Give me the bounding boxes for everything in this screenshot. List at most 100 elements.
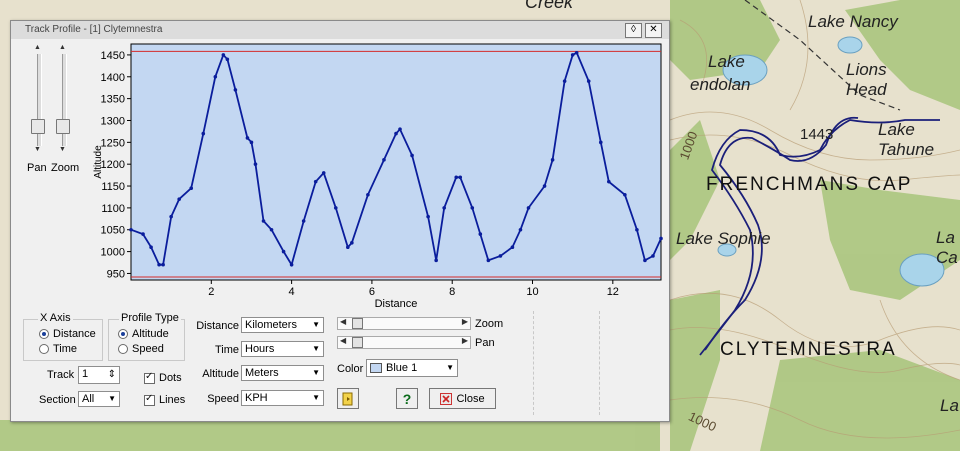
y-tick-label: 1450 (101, 50, 125, 62)
zoom-hslider-thumb[interactable] (352, 318, 363, 329)
data-point (562, 79, 567, 83)
time-unit-select[interactable]: Hours ▼ (241, 341, 324, 357)
dots-checkbox[interactable]: Dots (144, 371, 182, 384)
map-label-peak-height: 1443 (800, 126, 834, 143)
data-point (129, 227, 133, 232)
left-arrow-icon[interactable]: ◀ (340, 336, 346, 345)
section-select[interactable]: All ▼ (78, 391, 120, 407)
import-button[interactable] (337, 388, 359, 409)
map-label: endolan (690, 75, 751, 94)
radio-label: Speed (132, 343, 164, 355)
divider (533, 311, 534, 415)
data-point (526, 206, 531, 210)
radio-label: Altitude (132, 328, 169, 340)
pan-hslider[interactable]: ◀ ▶ (337, 336, 471, 349)
data-point (333, 206, 338, 210)
radio-dot (39, 344, 49, 354)
pan-hslider-thumb[interactable] (352, 337, 363, 348)
radio-speed[interactable]: Speed (118, 343, 164, 355)
data-point (169, 214, 173, 219)
zoom-slider-thumb[interactable] (56, 118, 70, 134)
data-point (570, 53, 575, 57)
color-swatch (370, 363, 382, 374)
chevron-down-icon: ▼ (312, 320, 320, 329)
up-arrow-icon[interactable]: ▲ (34, 44, 41, 51)
x-tick-label: 12 (607, 286, 619, 298)
data-point (470, 206, 475, 210)
altitude-profile-chart[interactable]: 950 1000 1050 1100 1150 1200 1250 1300 1350 1400 1… (91, 21, 671, 321)
radio-time[interactable]: Time (39, 343, 77, 355)
chevron-down-icon: ▼ (312, 368, 320, 377)
map-label: Tahune (878, 140, 935, 159)
y-tick-label: 1400 (101, 72, 125, 84)
data-point (141, 232, 145, 236)
y-tick-label: 1100 (101, 203, 125, 215)
close-button[interactable]: Close (429, 388, 496, 409)
track-value: 1 (82, 368, 89, 380)
map-label: La (940, 396, 959, 415)
track-spinner[interactable]: 1 ⇕ (78, 366, 120, 384)
up-arrow-icon[interactable]: ▲ (59, 44, 66, 51)
y-tick-label: 1350 (101, 94, 125, 106)
radio-dot (118, 344, 128, 354)
zoom-hslider[interactable]: ◀ ▶ (337, 317, 471, 330)
data-point (510, 245, 515, 250)
data-point (382, 158, 386, 162)
map-label: Head (846, 80, 887, 99)
lines-checkbox[interactable]: Lines (144, 393, 186, 406)
data-point (574, 50, 579, 55)
data-point (659, 236, 663, 241)
zoom-hslider-label: Zoom (475, 318, 504, 330)
map-label: Lake (878, 120, 915, 139)
data-point (157, 262, 161, 267)
map-label: Creek (525, 0, 574, 12)
data-point (550, 158, 555, 162)
y-tick-label: 1200 (101, 159, 125, 171)
data-point (350, 241, 354, 245)
pan-hslider-label: Pan (475, 337, 495, 349)
zoom-slider[interactable]: ▲ ▼ (56, 44, 70, 154)
color-select[interactable]: Blue 1 ▼ (366, 359, 458, 377)
distance-unit-select[interactable]: Kilometers ▼ (241, 317, 324, 333)
close-button-label: Close (456, 392, 485, 405)
help-button[interactable]: ? (396, 388, 418, 409)
speed-unit-value: KPH (245, 392, 268, 404)
radio-altitude[interactable]: Altitude (118, 328, 169, 340)
map-label: Lake (708, 52, 745, 71)
divider (599, 311, 600, 415)
down-arrow-icon[interactable]: ▼ (59, 146, 66, 153)
checkbox-label: Dots (159, 372, 182, 384)
right-arrow-icon[interactable]: ▶ (462, 336, 468, 345)
pan-slider-thumb[interactable] (31, 118, 45, 134)
down-arrow-icon[interactable]: ▼ (34, 146, 41, 153)
left-arrow-icon[interactable]: ◀ (340, 317, 346, 326)
color-value: Blue 1 (386, 362, 418, 374)
chevron-down-icon: ▼ (312, 393, 320, 402)
data-point (454, 175, 459, 180)
data-point (398, 127, 402, 132)
speed-unit-select[interactable]: KPH ▼ (241, 390, 324, 406)
radio-distance[interactable]: Distance (39, 328, 96, 340)
data-point (225, 57, 230, 62)
map-label-lake-nancy: Lake Nancy (808, 12, 898, 31)
right-arrow-icon[interactable]: ▶ (462, 317, 468, 326)
speed-unit-label: Speed (207, 393, 239, 405)
y-tick-label: 1250 (101, 137, 125, 149)
data-point (366, 192, 370, 197)
time-unit-value: Hours (245, 343, 275, 355)
x-tick-label: 4 (289, 286, 295, 298)
x-tick-label: 6 (369, 286, 375, 298)
data-point (189, 186, 194, 191)
data-point (201, 131, 206, 136)
data-point (149, 245, 153, 250)
data-point (161, 262, 165, 267)
checkbox-label: Lines (159, 394, 186, 406)
pan-slider[interactable]: ▲ ▼ (31, 44, 45, 154)
data-point (478, 232, 483, 236)
map-label-lake-sophie: Lake Sophie (676, 229, 771, 248)
spin-arrows-icon[interactable]: ⇕ (108, 368, 116, 382)
altitude-unit-select[interactable]: Meters ▼ (241, 365, 324, 381)
data-point (249, 140, 254, 145)
y-tick-label: 1300 (101, 115, 125, 127)
map-label: Lions (846, 60, 887, 79)
